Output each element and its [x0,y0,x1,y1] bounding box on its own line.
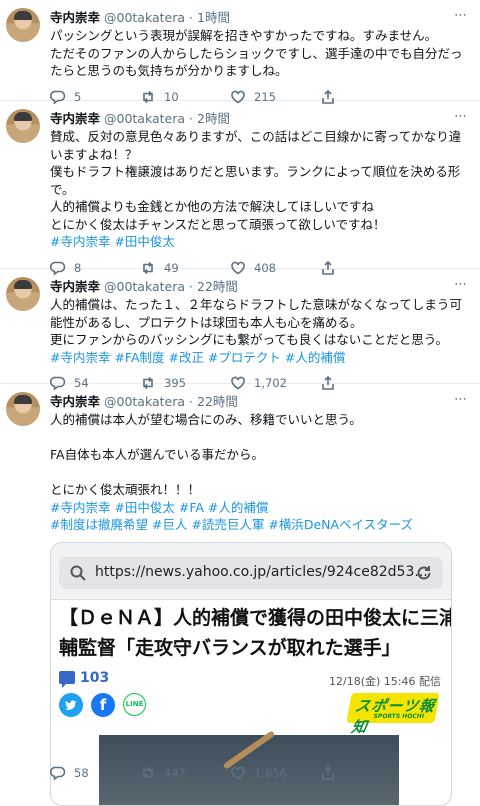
like-count: 1,856 [254,766,287,780]
avatar[interactable] [6,8,40,42]
hashtags[interactable]: #寺内崇幸 #田中俊太 [50,233,468,251]
tweet-text: 人的補償は本人が望む場合にのみ、移籍でいいと思う。 FA自体も本人が選んでいる事… [50,411,468,534]
user-name[interactable]: 寺内崇幸 [50,111,100,126]
line-icon: LINE [123,692,146,716]
tweet-header: 寺内崇幸 @00takatera · 2時間 [50,111,230,126]
hashtags[interactable]: #寺内崇幸 #FA制度 #改正 #プロテクト #人的補償 [50,349,468,367]
more-options-icon[interactable]: ⋯ [454,109,468,124]
sports-hochi-logo: スポーツ報知 SPORTS HOCHI [346,692,440,736]
tweet-time[interactable]: 1時間 [197,10,230,25]
heart-icon [231,766,245,780]
search-icon [70,565,86,581]
url-field: https://news.yahoo.co.jp/articles/924ce8… [59,556,443,589]
tweet-header: 寺内崇幸 @00takatera · 22時間 [50,394,238,409]
user-name[interactable]: 寺内崇幸 [50,279,100,294]
retweet-button[interactable]: 447 [140,765,230,781]
article-date: 12/18(金) 15:46 配信 [329,674,441,688]
reply-count: 58 [74,766,89,780]
article-headline: 【ＤｅＮＡ】人的補償で獲得の田中俊太に三浦大 輔監督「走攻守バランスが取れた選手… [59,606,452,659]
hashtags[interactable]: #寺内崇幸 #田中俊太 #FA #人的補償 [50,499,468,517]
retweet-icon [143,766,153,780]
reload-icon [417,565,431,579]
tweet-text: パッシングという表現が誤解を招きやすかったですね。すみません。 ただそのファンの… [50,28,463,78]
more-options-icon[interactable]: ⋯ [454,8,468,23]
tweet[interactable]: 寺内崇幸 @00takatera · 2時間 ⋯ 賛成、反対の意見色々ありますが… [0,101,480,276]
reply-button[interactable]: 58 [50,765,140,781]
share-icon [322,765,334,780]
user-handle[interactable]: @00takatera [104,10,185,25]
tweet-header: 寺内崇幸 @00takatera · 1時間 [50,10,230,25]
browser-url-bar: https://news.yahoo.co.jp/articles/924ce8… [51,542,451,599]
avatar[interactable] [6,109,40,143]
tweet-actions: 58 447 1,856 [50,756,344,790]
more-options-icon[interactable]: ⋯ [454,277,468,292]
social-share-icons: f LINE [59,692,146,717]
avatar[interactable] [6,392,40,426]
comment-icon [59,671,75,688]
tweet[interactable]: 寺内崇幸 @00takatera · 22時間 ⋯ 人的補償は、たった１、２年な… [0,269,480,391]
user-handle[interactable]: @00takatera [104,279,185,294]
tweet-header: 寺内崇幸 @00takatera · 22時間 [50,279,238,294]
user-name[interactable]: 寺内崇幸 [50,10,100,25]
avatar[interactable] [6,277,40,311]
user-handle[interactable]: @00takatera [104,111,185,126]
more-options-icon[interactable]: ⋯ [454,392,468,407]
tweet[interactable]: 寺内崇幸 @00takatera · 1時間 ⋯ パッシングという表現が誤解を招… [0,0,480,105]
tweet-time[interactable]: 2時間 [197,111,230,126]
facebook-icon: f [91,692,115,717]
url-text: https://news.yahoo.co.jp/articles/924ce8… [95,563,428,580]
tweet-text: 人的補償は、たった１、２年ならドラフトした意味がなくなってしまう可 能性があるし… [50,296,468,366]
user-name[interactable]: 寺内崇幸 [50,394,100,409]
retweet-count: 447 [164,766,186,780]
user-handle[interactable]: @00takatera [104,394,185,409]
hashtags[interactable]: #制度は撤廃希望 #巨人 #読売巨人軍 #横浜DeNAベイスターズ [50,516,468,534]
tweet[interactable]: 寺内崇幸 @00takatera · 22時間 ⋯ 人的補償は本人が望む場合にの… [0,384,480,806]
tweet-time[interactable]: 22時間 [197,394,238,409]
like-button[interactable]: 1,856 [230,765,320,781]
reply-icon [50,766,66,781]
share-button[interactable] [320,765,344,781]
twitter-icon [59,692,83,717]
tweet-text: 賛成、反対の意見色々ありますが、この話はどこ目線かに寄ってかなり違 いますよね！… [50,128,468,251]
comment-count: 103 [59,670,109,688]
tweet-time[interactable]: 22時間 [197,279,238,294]
